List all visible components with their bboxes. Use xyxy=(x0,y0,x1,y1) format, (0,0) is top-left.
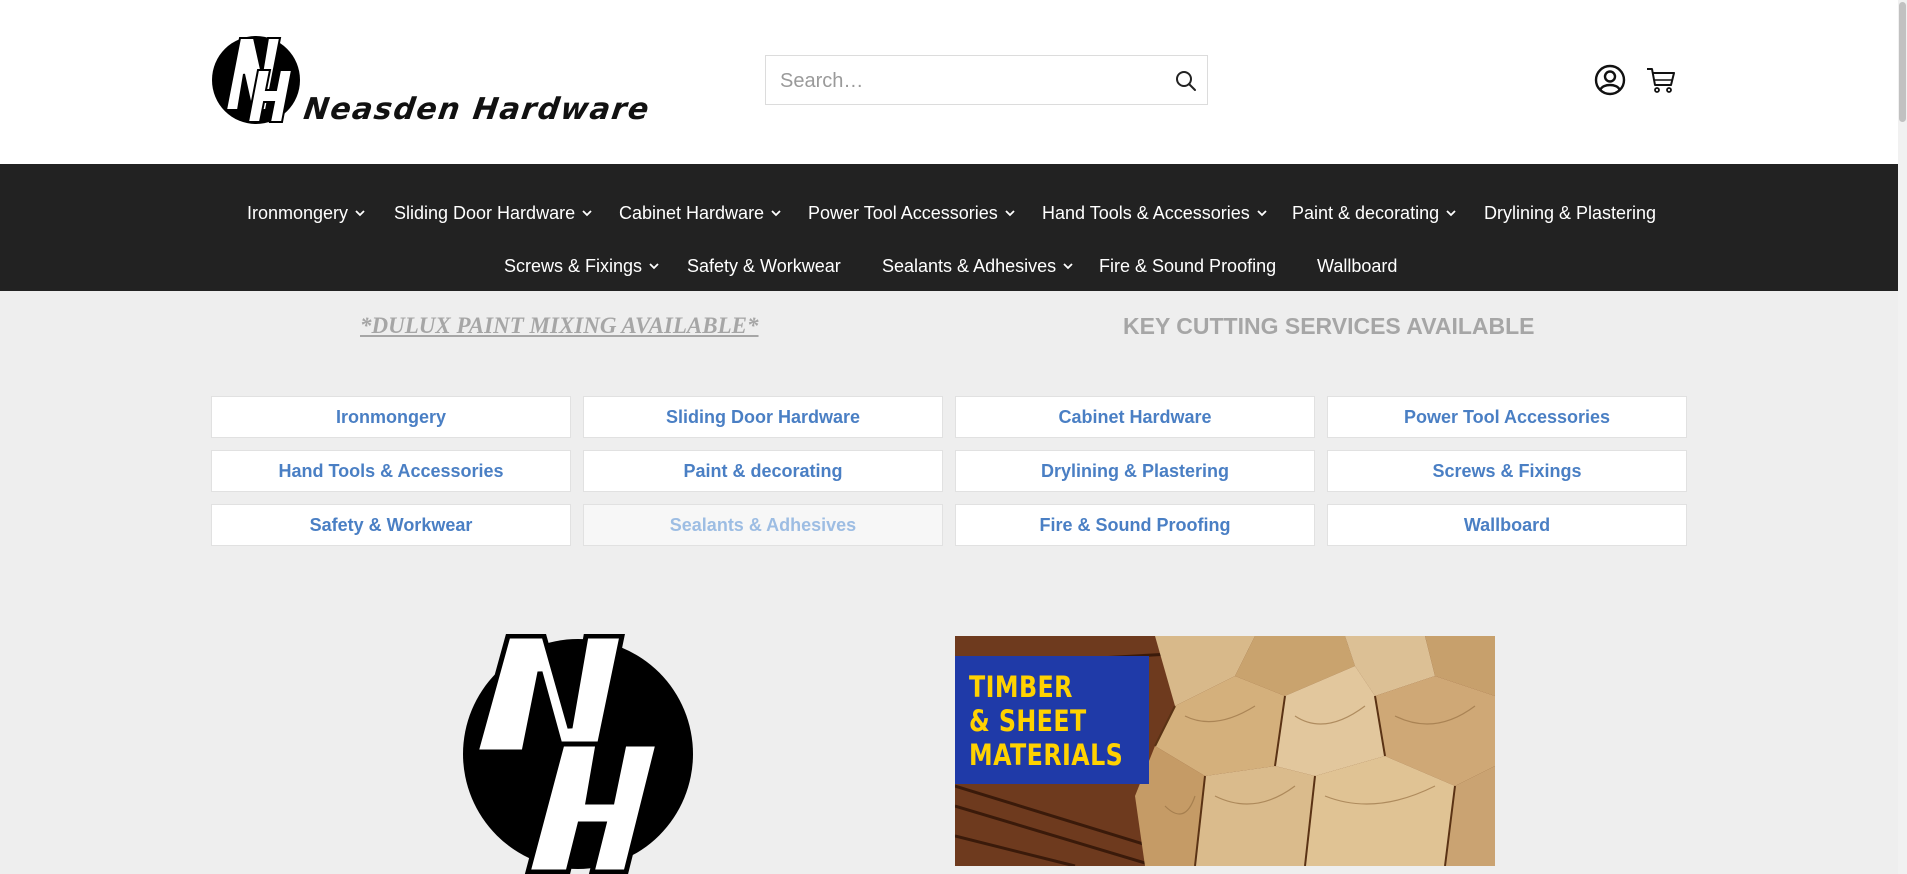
page-scrollbar[interactable] xyxy=(1898,0,1907,874)
nav-item-sealants-and-adhesives[interactable]: Sealants & Adhesives xyxy=(882,254,1074,278)
nav-item-label: Ironmongery xyxy=(247,202,349,223)
nav-item-ironmongery[interactable]: Ironmongery xyxy=(247,201,366,225)
nav-item-label: Safety & Workwear xyxy=(687,255,841,276)
nav-item-label: Power Tool Accessories xyxy=(808,202,998,223)
key-cutting-promo: KEY CUTTING SERVICES AVAILABLE xyxy=(1123,313,1535,339)
account-icon[interactable] xyxy=(1594,64,1626,96)
chevron-down-icon xyxy=(582,210,592,217)
nav-item-label: Wallboard xyxy=(1317,255,1398,276)
main-nav: Ironmongery Sliding Door Hardware Cabinet … xyxy=(0,164,1898,291)
nav-item-label: Sliding Door Hardware xyxy=(394,202,576,223)
category-tile-sealants-and-adhesives[interactable]: Sealants & Adhesives xyxy=(583,504,943,546)
category-tile-sliding-door-hardware[interactable]: Sliding Door Hardware xyxy=(583,396,943,438)
search-bar xyxy=(765,55,1208,106)
chevron-down-icon xyxy=(771,210,781,217)
site-logo[interactable]: Neasden Hardware xyxy=(210,34,680,127)
timber-banner-line: & SHEET xyxy=(969,704,1087,738)
nav-item-label: Paint & decorating xyxy=(1292,202,1440,223)
nh-large-logo xyxy=(463,634,693,874)
category-tile-screws-and-fixings[interactable]: Screws & Fixings xyxy=(1327,450,1687,492)
nav-item-power-tool-accessories[interactable]: Power Tool Accessories xyxy=(808,201,1016,225)
nav-item-label: Sealants & Adhesives xyxy=(882,255,1057,276)
chevron-down-icon xyxy=(355,210,365,217)
scrollbar-thumb[interactable] xyxy=(1899,2,1906,122)
category-tile-hand-tools-and-accessories[interactable]: Hand Tools & Accessories xyxy=(211,450,571,492)
nav-item-label: Screws & Fixings xyxy=(504,255,643,276)
category-tile-paint-and-decorating[interactable]: Paint & decorating xyxy=(583,450,943,492)
nav-item-screws-and-fixings[interactable]: Screws & Fixings xyxy=(504,254,660,278)
category-tile-drylining-and-plastering[interactable]: Drylining & Plastering xyxy=(955,450,1315,492)
category-tile-power-tool-accessories[interactable]: Power Tool Accessories xyxy=(1327,396,1687,438)
nav-item-safety-and-workwear[interactable]: Safety & Workwear xyxy=(687,254,841,278)
chevron-down-icon xyxy=(1005,210,1015,217)
nav-item-label: Drylining & Plastering xyxy=(1484,202,1657,223)
site-logo-text: Neasden Hardware xyxy=(301,92,653,127)
paint-mixing-promo-link[interactable]: *DULUX PAINT MIXING AVAILABLE* xyxy=(360,313,759,339)
timber-banner-line: MATERIALS xyxy=(969,738,1124,772)
category-tile-wallboard[interactable]: Wallboard xyxy=(1327,504,1687,546)
category-tile-ironmongery[interactable]: Ironmongery xyxy=(211,396,571,438)
chevron-down-icon xyxy=(1063,263,1073,270)
nav-item-label: Hand Tools & Accessories xyxy=(1042,202,1250,223)
nav-item-label: Fire & Sound Proofing xyxy=(1099,255,1277,276)
chevron-down-icon xyxy=(1257,210,1267,217)
cart-icon[interactable] xyxy=(1645,64,1677,96)
chevron-down-icon xyxy=(649,263,659,270)
nav-item-paint-and-decorating[interactable]: Paint & decorating xyxy=(1292,201,1457,225)
nh-logo-mark xyxy=(212,36,300,124)
category-tile-safety-and-workwear[interactable]: Safety & Workwear xyxy=(211,504,571,546)
category-tile-fire-and-sound-proofing[interactable]: Fire & Sound Proofing xyxy=(955,504,1315,546)
nav-item-label: Cabinet Hardware xyxy=(619,202,765,223)
timber-banner-label: TIMBER & SHEET MATERIALS xyxy=(955,656,1149,784)
nav-item-cabinet-hardware[interactable]: Cabinet Hardware xyxy=(619,201,782,225)
nav-item-hand-tools-and-accessories[interactable]: Hand Tools & Accessories xyxy=(1042,201,1268,225)
chevron-down-icon xyxy=(1446,210,1456,217)
search-icon[interactable] xyxy=(1175,70,1197,92)
site-header: Neasden Hardware xyxy=(0,0,1898,164)
nav-item-wallboard[interactable]: Wallboard xyxy=(1317,254,1397,278)
category-tile-cabinet-hardware[interactable]: Cabinet Hardware xyxy=(955,396,1315,438)
timber-banner-line: TIMBER xyxy=(969,670,1073,704)
nav-item-fire-and-sound-proofing[interactable]: Fire & Sound Proofing xyxy=(1099,254,1276,278)
timber-sheet-materials-banner[interactable]: TIMBER & SHEET MATERIALS xyxy=(955,636,1495,866)
search-input[interactable] xyxy=(778,56,1162,106)
nav-item-sliding-door-hardware[interactable]: Sliding Door Hardware xyxy=(394,201,593,225)
nav-item-drylining-and-plastering[interactable]: Drylining & Plastering xyxy=(1484,201,1656,225)
